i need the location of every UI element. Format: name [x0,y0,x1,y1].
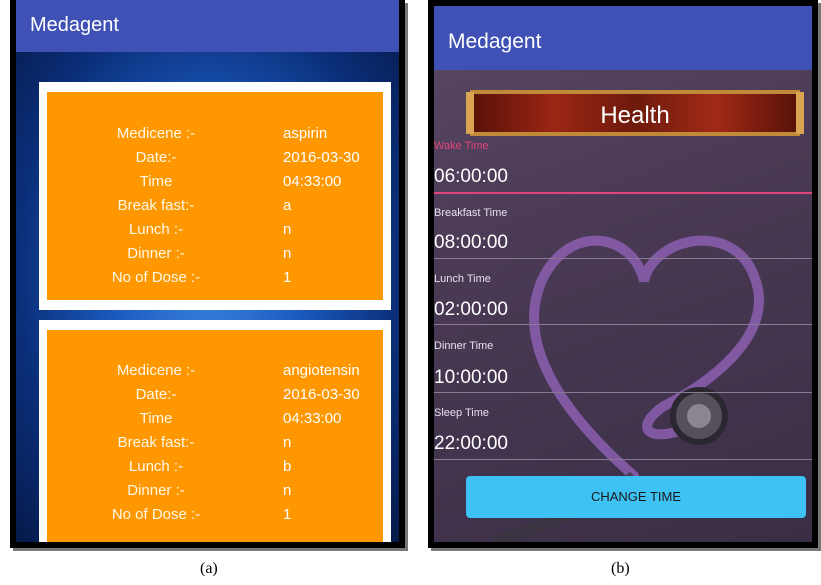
time-settings-screen: Medagent Health Wake Time 06:00:00 Break… [434,6,812,542]
medicine-card-body: Medicene :- aspirin Date:- 2016-03-30 Ti… [47,92,383,300]
breakfast-label: Break fast:- [117,197,195,214]
dose-row: No of Dose :- 1 [47,269,383,293]
caption-b: (b) [611,560,630,577]
banner-end-cap [466,92,474,134]
date-label: Date:- [135,386,177,403]
sleep-time-underline [434,459,812,460]
time-label: Time [139,173,173,190]
banner-title: Health [600,102,670,129]
breakfast-time-underline [434,258,812,259]
medicine-value: aspirin [283,125,328,142]
app-title: Medagent [30,14,119,36]
app-title: Medagent [448,30,542,53]
medicine-card-body: Medicene :- angiotensin Date:- 2016-03-3… [47,330,383,542]
breakfast-time-input[interactable]: 08:00:00 [434,232,508,254]
lunch-label: Lunch :- [128,221,184,238]
medicine-row: Medicene :- aspirin [47,125,383,149]
dose-label: No of Dose :- [111,269,201,286]
date-value: 2016-03-30 [283,149,360,166]
phone-screen-a: Medagent Medicene :- aspirin Date:- 2016… [10,0,405,548]
lunch-time-underline [434,324,812,325]
caption-a: (a) [200,560,218,577]
dinner-time-input[interactable]: 10:00:00 [434,367,508,389]
breakfast-row: Break fast:- n [47,434,383,458]
lunch-row: Lunch :- b [47,458,383,482]
dinner-row: Dinner :- n [47,482,383,506]
date-row: Date:- 2016-03-30 [47,149,383,173]
dinner-row: Dinner :- n [47,245,383,269]
breakfast-time-label: Breakfast Time [434,207,508,219]
banner-end-cap [796,92,804,134]
lunch-value: n [283,221,292,238]
dinner-value: n [283,482,292,499]
medicine-card[interactable]: Medicene :- aspirin Date:- 2016-03-30 Ti… [39,82,391,310]
lunch-time-label: Lunch Time [434,273,491,285]
change-time-button[interactable]: CHANGE TIME [466,476,806,518]
date-value: 2016-03-30 [283,386,360,403]
wake-time-input[interactable]: 06:00:00 [434,166,508,188]
sleep-time-input[interactable]: 22:00:00 [434,433,508,455]
time-row: Time 04:33:00 [47,410,383,434]
date-row: Date:- 2016-03-30 [47,386,383,410]
time-value: 04:33:00 [283,173,342,190]
dinner-value: n [283,245,292,262]
medicine-row: Medicene :- angiotensin [47,362,383,386]
lunch-row: Lunch :- n [47,221,383,245]
medicine-list-screen: Medagent Medicene :- aspirin Date:- 2016… [16,0,399,542]
medicine-value: angiotensin [283,362,360,379]
medicine-label: Medicene :- [116,362,196,379]
breakfast-value: n [283,434,292,451]
wake-time-underline [434,192,812,194]
time-row: Time 04:33:00 [47,173,383,197]
wake-time-label: Wake Time [434,140,489,152]
health-banner: Health [466,90,804,136]
dinner-time-label: Dinner Time [434,340,494,352]
breakfast-value: a [283,197,292,214]
medicine-card[interactable]: Medicene :- angiotensin Date:- 2016-03-3… [39,320,391,542]
dinner-time-underline [434,392,812,393]
breakfast-label: Break fast:- [117,434,195,451]
dinner-label: Dinner :- [127,245,185,262]
dose-label: No of Dose :- [111,506,201,523]
dose-value: 1 [283,269,292,286]
dose-value: 1 [283,506,292,523]
time-label: Time [139,410,173,427]
phone-screen-b: Medagent Health Wake Time 06:00:00 Break… [428,0,818,548]
date-label: Date:- [135,149,177,166]
medicine-label: Medicene :- [116,125,196,142]
dose-row: No of Dose :- 1 [47,506,383,530]
lunch-value: b [283,458,292,475]
lunch-label: Lunch :- [128,458,184,475]
app-bar: Medagent [434,6,812,70]
app-bar: Medagent [16,0,399,52]
lunch-time-input[interactable]: 02:00:00 [434,299,508,321]
breakfast-row: Break fast:- a [47,197,383,221]
sleep-time-label: Sleep Time [434,407,490,419]
dinner-label: Dinner :- [127,482,185,499]
time-value: 04:33:00 [283,410,342,427]
